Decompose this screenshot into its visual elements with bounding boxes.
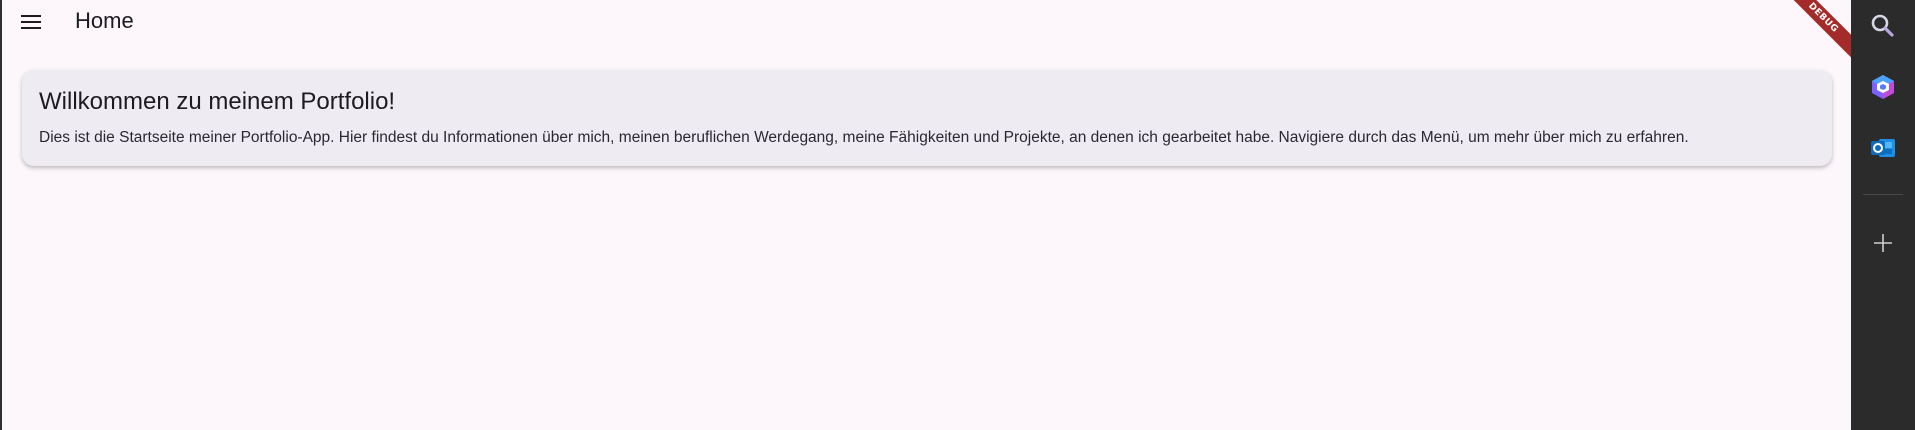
outlook-button[interactable] <box>1867 132 1899 164</box>
welcome-card-title: Willkommen zu meinem Portfolio! <box>39 88 396 115</box>
add-icon <box>1874 234 1892 252</box>
copilot-icon <box>1872 75 1894 99</box>
welcome-card: Willkommen zu meinem Portfolio! Dies ist… <box>22 70 1832 166</box>
outlook-icon <box>1871 139 1895 157</box>
add-button[interactable] <box>1867 227 1899 259</box>
search-button[interactable] <box>1867 10 1899 42</box>
app-window: Home DEBUG Willkommen zu meinem Portfoli… <box>0 0 1851 430</box>
app-bar: Home <box>2 0 1851 44</box>
rail-divider <box>1863 194 1903 195</box>
copilot-button[interactable] <box>1867 71 1899 103</box>
menu-button[interactable] <box>17 10 45 34</box>
welcome-card-body: Dies ist die Startseite meiner Portfolio… <box>39 129 1689 146</box>
hamburger-menu-icon <box>21 15 41 29</box>
side-rail <box>1851 0 1915 430</box>
page-title: Home <box>75 8 134 33</box>
search-icon <box>1871 14 1894 37</box>
